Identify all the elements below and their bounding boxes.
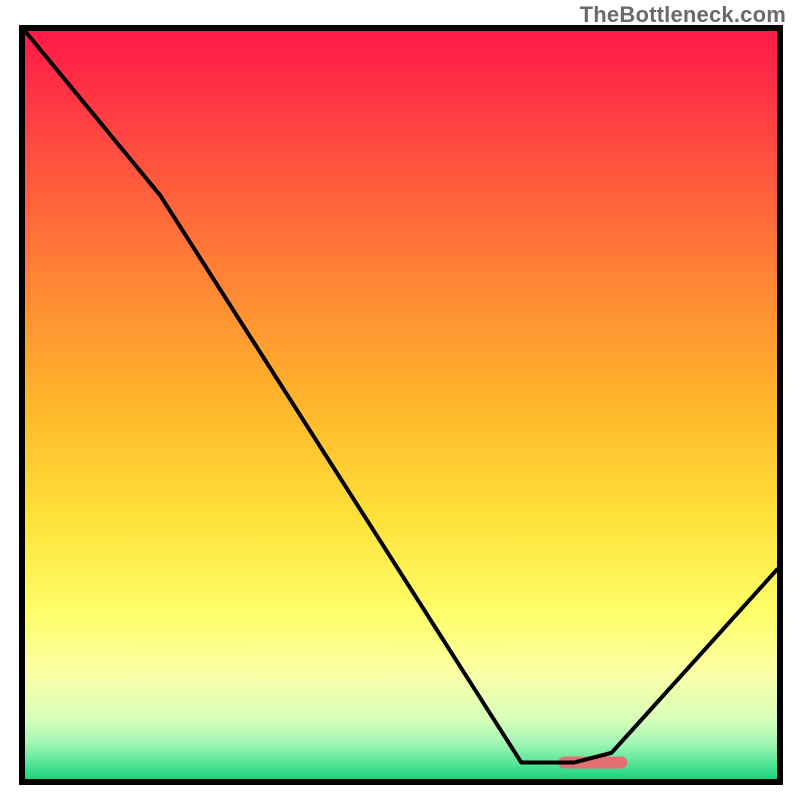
chart-container: TheBottleneck.com — [0, 0, 800, 800]
gradient-background — [25, 31, 777, 779]
watermark-text: TheBottleneck.com — [580, 2, 786, 28]
bottleneck-chart — [0, 0, 800, 800]
plot-area — [22, 28, 780, 782]
